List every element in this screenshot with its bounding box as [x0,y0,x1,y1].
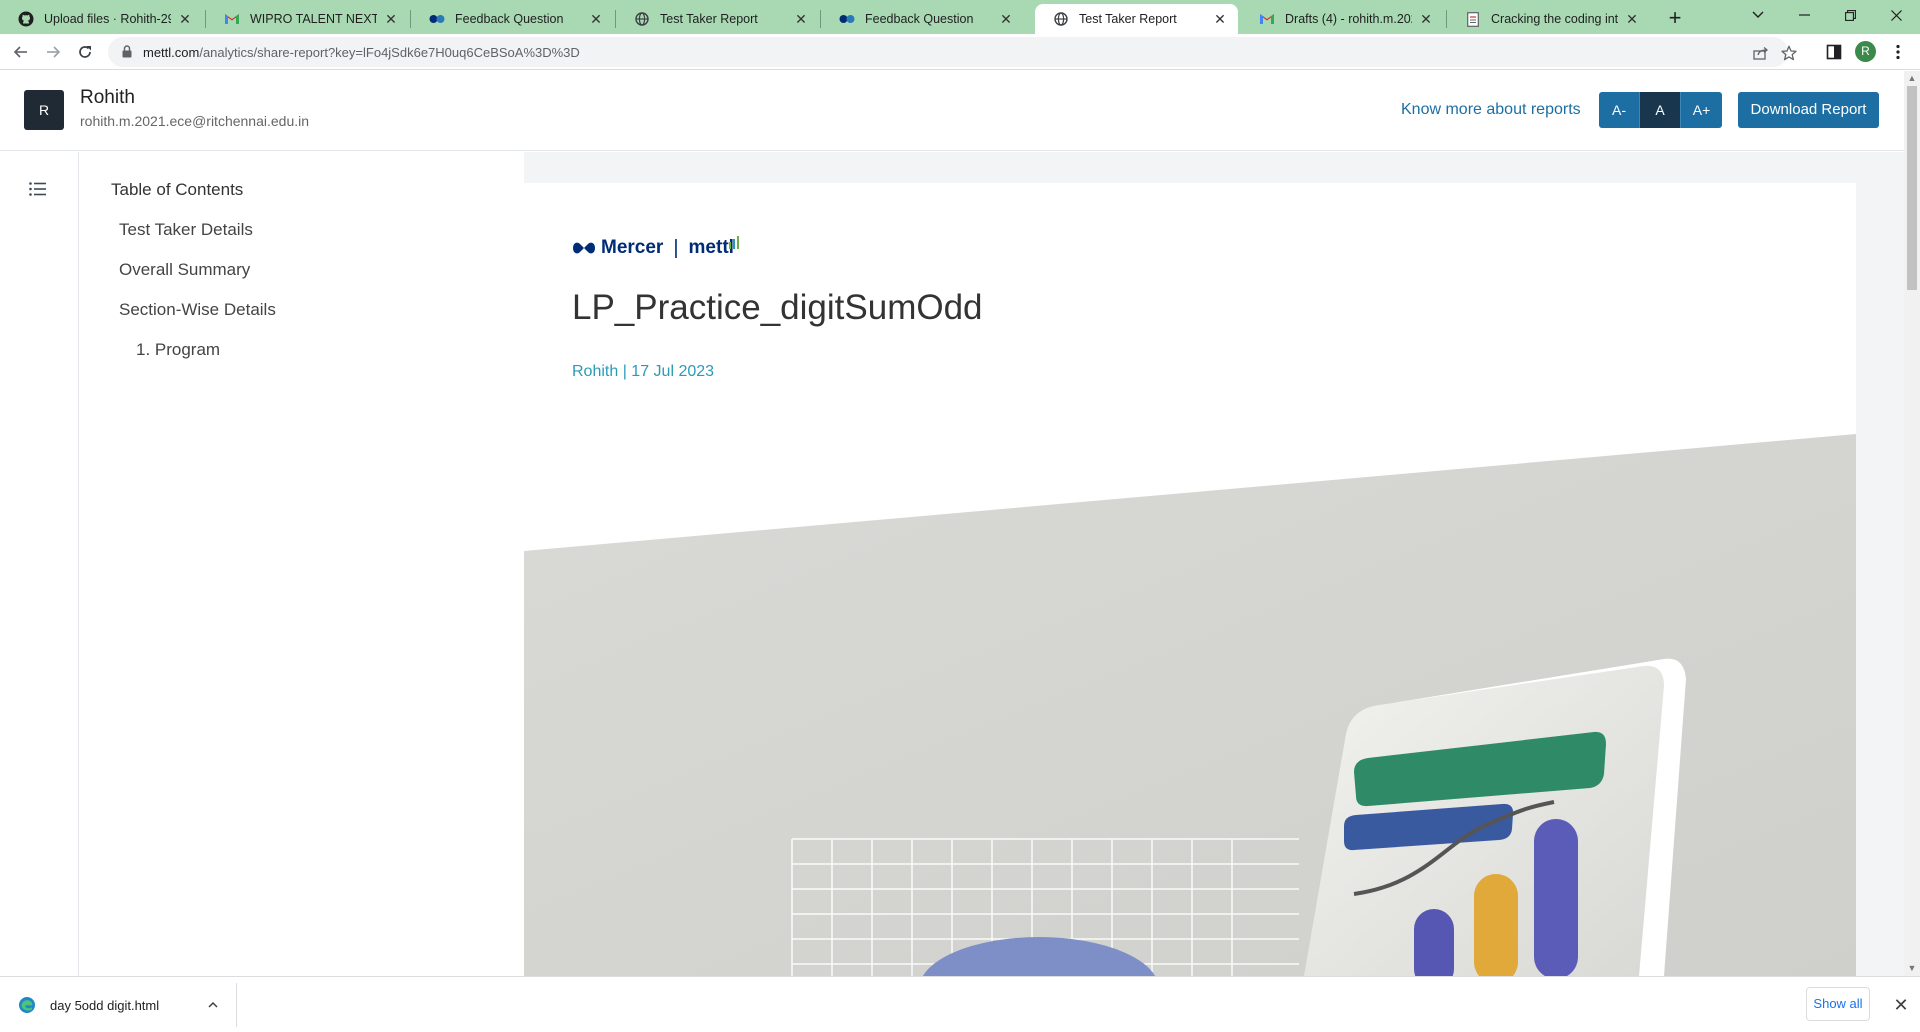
toc-item-test-taker-details[interactable]: Test Taker Details [119,219,511,259]
mettl-icon [839,11,855,27]
scroll-up-arrow-icon[interactable]: ▲ [1904,71,1920,86]
browser-tab[interactable]: Feedback Question ✕ [411,4,614,34]
new-tab-plus-icon[interactable]: + [1662,6,1688,32]
close-icon[interactable]: ✕ [1892,993,1910,1017]
know-more-link[interactable]: Know more about reports [1401,101,1581,119]
tab-title: Cracking the coding interv [1491,12,1618,26]
left-rail [0,152,79,976]
font-size-controls: A- A A+ [1599,92,1722,128]
tab-close-icon[interactable]: ✕ [1624,11,1640,27]
tab-close-icon[interactable]: ✕ [383,11,399,27]
back-arrow-icon[interactable] [8,39,34,65]
download-report-button[interactable]: Download Report [1738,92,1879,128]
toc-item-overall-summary[interactable]: Overall Summary [119,259,511,299]
minimize-icon[interactable] [1781,2,1827,28]
toc-item-section-wise-details[interactable]: Section-Wise Details [119,299,511,339]
url-host: mettl.com [143,45,200,60]
increase-font-button[interactable]: A+ [1681,92,1722,128]
user-name: Rohith [80,87,135,108]
browser-tab[interactable]: Upload files · Rohith-2912/ ✕ [0,4,203,34]
default-font-button[interactable]: A [1640,92,1681,128]
decrease-font-button[interactable]: A- [1599,92,1640,128]
tab-close-icon[interactable]: ✕ [1418,11,1434,27]
scrollbar-thumb[interactable] [1907,86,1917,290]
browser-tab[interactable]: Cracking the coding interv ✕ [1447,4,1650,34]
restore-window-icon[interactable] [1827,2,1873,28]
scroll-down-arrow-icon[interactable]: ▼ [1904,961,1920,976]
gmail-icon [224,11,240,27]
report-title: LP_Practice_digitSumOdd [572,288,983,327]
chevron-up-icon[interactable] [204,992,222,1016]
tab-title: Test Taker Report [1079,12,1177,26]
address-bar[interactable]: mettl.com/analytics/share-report?key=lFo… [108,37,1797,67]
tab-title: Feedback Question [865,12,974,26]
globe-icon [1053,11,1069,27]
reload-icon[interactable] [72,39,98,65]
tab-close-icon[interactable]: ✕ [998,11,1014,27]
tab-title: Test Taker Report [660,12,758,26]
list-icon[interactable] [29,182,47,201]
tab-close-icon[interactable]: ✕ [588,11,604,27]
tab-title: Upload files · Rohith-2912/ [44,12,171,26]
bookmark-star-icon[interactable] [1780,44,1798,62]
avatar: R [24,90,64,130]
mettl-bars-icon [728,236,739,249]
download-file-name: day 5odd digit.html [50,997,160,1013]
mercer-logo-icon [573,242,595,254]
show-all-button[interactable]: Show all [1806,987,1870,1021]
side-panel-icon[interactable] [1821,39,1847,65]
globe-icon [634,11,650,27]
gmail-icon [1259,11,1275,27]
url-path: /analytics/share-report?key=lFo4jSdk6e7H… [199,45,580,60]
more-menu-icon[interactable] [1888,40,1908,64]
document-icon [1465,11,1481,27]
share-icon[interactable] [1752,44,1770,62]
browser-tab[interactable]: Drafts (4) - rohith.m.2021.e ✕ [1241,4,1444,34]
github-icon [18,11,34,27]
mettl-icon [429,11,445,27]
forward-arrow-icon[interactable] [40,39,66,65]
profile-avatar[interactable]: R [1855,41,1876,62]
close-window-icon[interactable] [1873,2,1919,28]
browser-tab-strip: Upload files · Rohith-2912/ ✕ WIPRO TALE… [0,0,1920,34]
report-cover-card: Mercer | mettl LP_Practice_digitSumOdd R… [524,183,1856,976]
toc-title: Table of Contents [111,180,244,199]
browser-tab[interactable]: Feedback Question ✕ [821,4,1024,34]
toc-item-program[interactable]: 1. Program [136,339,511,379]
tab-close-icon[interactable]: ✕ [177,11,193,27]
report-header: R Rohith rohith.m.2021.ece@ritchennai.ed… [0,71,1904,151]
table-of-contents: Table of Contents Test Taker Details Ove… [111,180,511,379]
url-text: mettl.com/analytics/share-report?key=lFo… [143,45,580,60]
download-item[interactable]: day 5odd digit.html [18,993,159,1017]
lock-icon[interactable] [122,45,132,63]
tab-search-chevron-icon[interactable] [1735,2,1781,28]
downloads-bar: day 5odd digit.html Show all ✕ [0,976,1920,1032]
browser-toolbar: mettl.com/analytics/share-report?key=lFo… [0,34,1920,70]
cover-illustration [524,434,1856,976]
tab-close-icon[interactable]: ✕ [793,11,809,27]
report-meta: Rohith | 17 Jul 2023 [572,363,715,380]
browser-tab[interactable]: WIPRO TALENT NEXT JAVA ✕ [206,4,409,34]
download-separator [236,983,237,1027]
browser-tab[interactable]: Test Taker Report ✕ [616,4,819,34]
brand-divider: | [673,236,679,259]
tab-title: Drafts (4) - rohith.m.2021.e [1285,12,1412,26]
user-email: rohith.m.2021.ece@ritchennai.edu.in [80,113,310,129]
mercer-word: Mercer [601,237,664,258]
edge-file-icon [19,997,35,1013]
tab-close-icon[interactable]: ✕ [1212,11,1228,27]
mercer-mettl-logo: Mercer | mettl [572,235,740,261]
tab-title: WIPRO TALENT NEXT JAVA [250,12,377,26]
tab-title: Feedback Question [455,12,564,26]
browser-tab-active[interactable]: Test Taker Report ✕ [1035,4,1238,34]
